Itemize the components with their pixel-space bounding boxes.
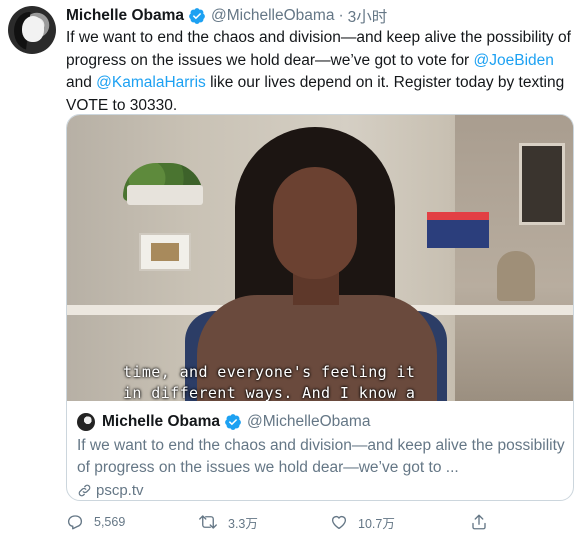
card-meta: Michelle Obama @MichelleObama If we want… — [67, 401, 573, 500]
tweet[interactable]: Michelle Obama @MichelleObama · 3小时 If w… — [0, 0, 586, 534]
tweet-text-part: and — [66, 74, 97, 91]
like-count: 10.7万 — [358, 516, 395, 531]
author-handle[interactable]: @MichelleObama — [211, 7, 334, 25]
subtitle-line-2: in different ways. And I know a — [123, 384, 416, 401]
retweet-count: 3.3万 — [228, 516, 258, 531]
card-author-name: Michelle Obama — [102, 413, 221, 430]
link-card[interactable]: time, and everyone's feeling it in differ… — [66, 114, 574, 501]
avatar[interactable] — [8, 6, 56, 54]
reply-icon — [67, 515, 83, 530]
separator-dot: · — [338, 7, 344, 24]
mention-joebiden[interactable]: @JoeBiden — [474, 52, 554, 69]
timestamp[interactable]: 3小时 — [348, 5, 388, 27]
link-icon — [78, 484, 91, 497]
video-preview[interactable]: time, and everyone's feeling it in differ… — [67, 115, 573, 401]
like-button[interactable]: 10.7万 — [330, 513, 470, 532]
card-author-handle: @MichelleObama — [247, 413, 371, 430]
card-author: Michelle Obama @MichelleObama — [77, 412, 565, 432]
like-icon — [331, 515, 347, 530]
mention-kamalaharris[interactable]: @KamalaHarris — [96, 74, 206, 91]
share-icon — [472, 514, 486, 530]
author-name[interactable]: Michelle Obama — [66, 7, 184, 25]
verified-badge-icon — [225, 414, 241, 430]
verified-badge-icon — [189, 8, 205, 24]
card-avatar — [77, 413, 95, 431]
card-link-domain[interactable]: pscp.tv — [96, 482, 144, 499]
card-description: If we want to end the chaos and division… — [77, 437, 565, 476]
action-bar: 5,569 3.3万 10.7万 — [66, 510, 526, 534]
tweet-header: Michelle Obama @MichelleObama · 3小时 — [66, 6, 387, 26]
share-button[interactable] — [470, 513, 498, 531]
tweet-text: If we want to end the chaos and division… — [66, 27, 580, 117]
video-subtitle: time, and everyone's feeling it in differ… — [123, 362, 563, 401]
reply-button[interactable]: 5,569 — [66, 513, 198, 531]
subtitle-line-1: time, and everyone's feeling it — [123, 363, 416, 381]
card-link[interactable]: pscp.tv — [77, 482, 565, 499]
retweet-icon — [199, 515, 217, 529]
retweet-button[interactable]: 3.3万 — [198, 513, 330, 532]
reply-count: 5,569 — [94, 515, 126, 529]
